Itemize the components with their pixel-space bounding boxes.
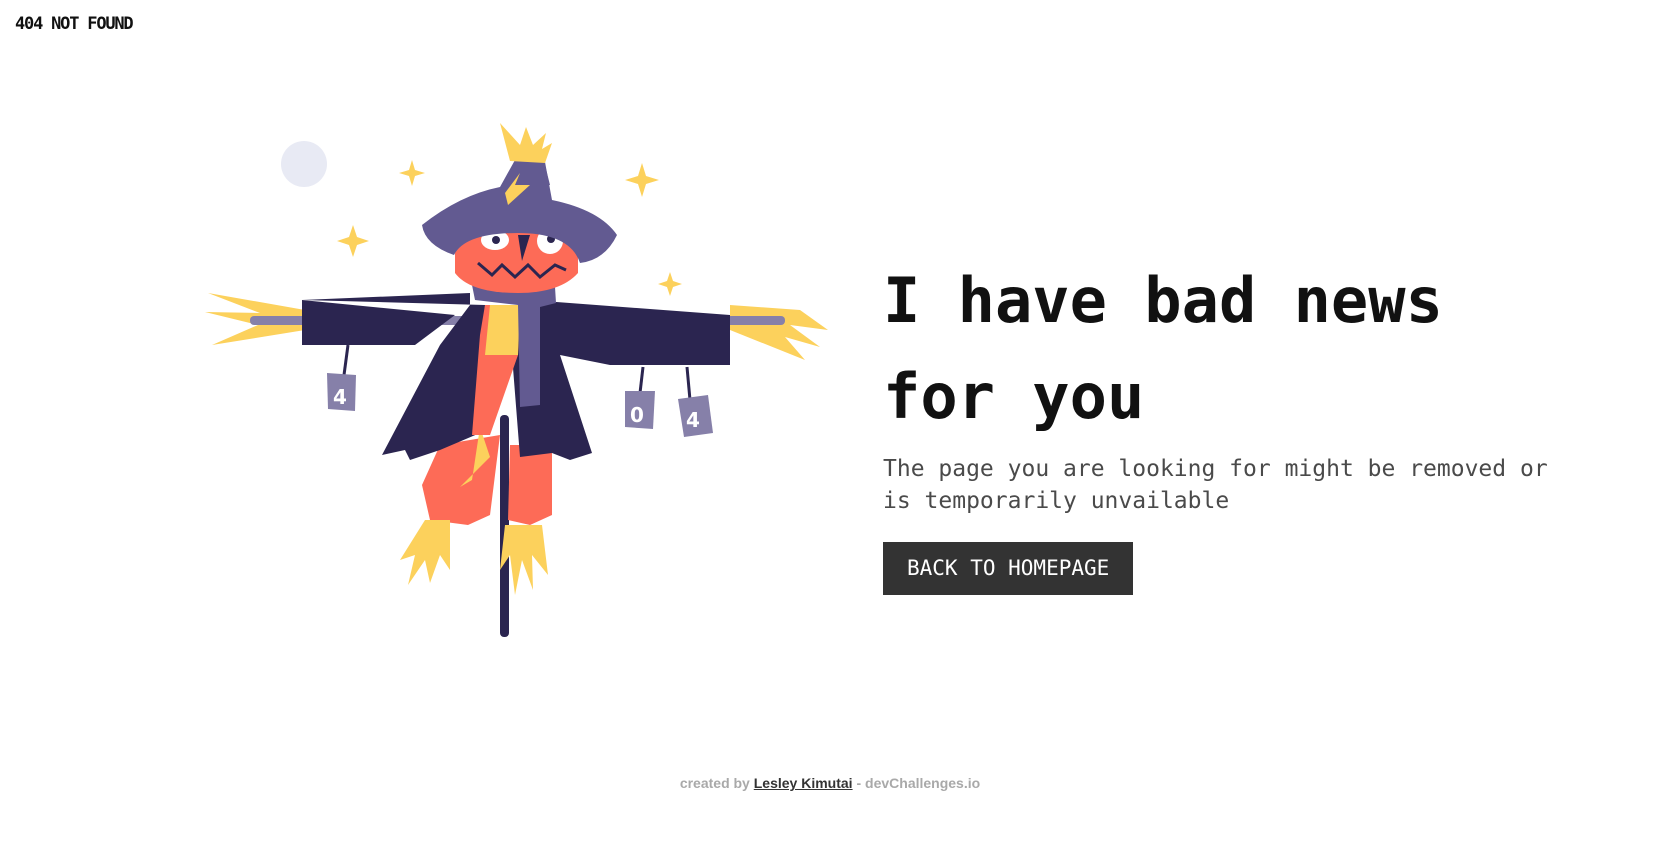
error-description: The page you are looking for might be re… bbox=[883, 456, 1548, 514]
back-to-homepage-button[interactable]: BACK TO HOMEPAGE bbox=[883, 542, 1134, 595]
error-content: I have bad news for you The page you are… bbox=[883, 253, 1583, 595]
scarecrow-leg-right bbox=[508, 445, 552, 525]
scarecrow-illustration: 4 0 4 bbox=[205, 123, 828, 637]
hanging-can-middle: 0 bbox=[625, 366, 655, 429]
footer: created by Lesley Kimutai - devChallenge… bbox=[0, 775, 1660, 791]
site-name: devChallenges.io bbox=[865, 775, 981, 791]
author-link[interactable]: Lesley Kimutai bbox=[754, 775, 853, 791]
footer-prefix: created by bbox=[679, 775, 750, 791]
svg-text:4: 4 bbox=[686, 408, 700, 432]
moon-shape bbox=[281, 141, 327, 187]
svg-text:4: 4 bbox=[333, 385, 347, 409]
hanging-can-right: 4 bbox=[678, 366, 713, 437]
brand-logo: 404 NOT FOUND bbox=[15, 14, 134, 34]
svg-text:0: 0 bbox=[630, 403, 644, 427]
footer-separator: - bbox=[856, 775, 862, 791]
hanging-can-left: 4 bbox=[327, 344, 356, 411]
page-title: I have bad news for you bbox=[883, 264, 1443, 433]
straw-right bbox=[730, 305, 828, 360]
